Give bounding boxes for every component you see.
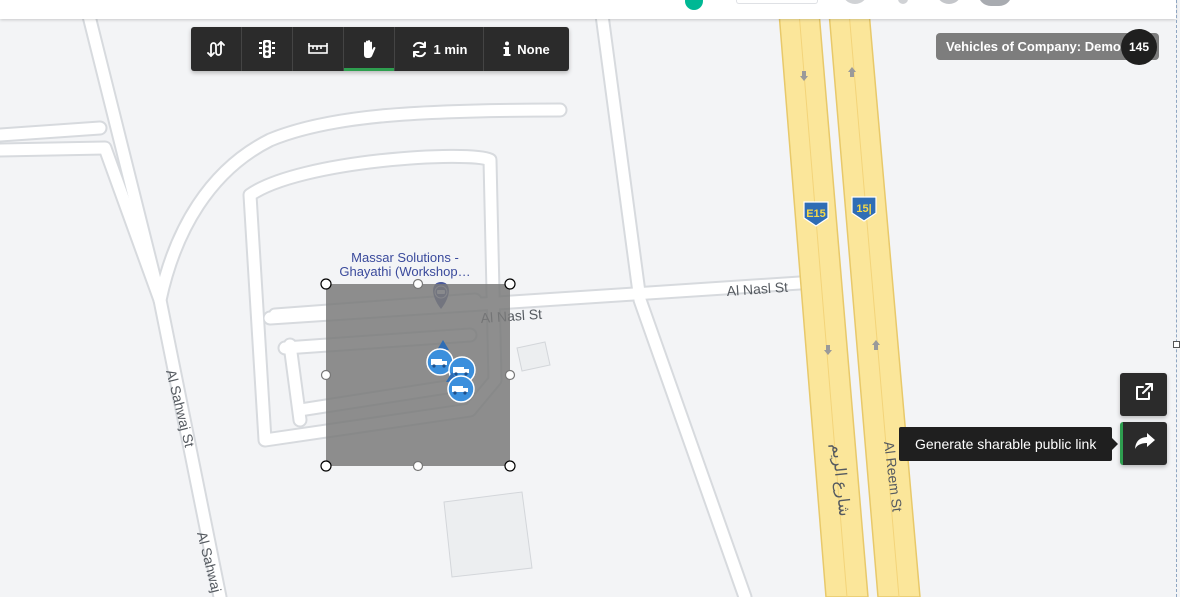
traffic-light-icon (258, 39, 276, 59)
share-tooltip: Generate sharable public link (899, 427, 1119, 461)
selection-handle-nw[interactable] (320, 278, 332, 290)
selection-box[interactable] (326, 284, 510, 466)
selection-handle-ne[interactable] (504, 278, 516, 290)
share-icon (1134, 432, 1156, 455)
selection-handle-se[interactable] (504, 460, 516, 472)
top-bar (0, 0, 1176, 19)
selection-handle-s[interactable] (412, 460, 424, 472)
share-link-button[interactable] (1120, 422, 1167, 465)
shield-label-e15: E15 (806, 208, 826, 220)
panel-divider (1176, 0, 1177, 597)
hand-icon (360, 39, 378, 59)
map-canvas[interactable]: E15 15| Al Nasl St Al Nasl St Al Sahwaj … (0, 0, 1180, 597)
map-toolbar: 1 min None (191, 27, 569, 71)
status-dot (685, 0, 703, 10)
route-icon (207, 40, 225, 58)
pan-button[interactable] (344, 27, 395, 71)
selection-handle-e[interactable] (504, 369, 516, 381)
refresh-interval-button[interactable]: 1 min (395, 27, 484, 71)
open-external-button[interactable] (1120, 373, 1167, 416)
traffic-button[interactable] (242, 27, 293, 71)
poi-label: Massar Solutions - Ghayathi (Workshop… (326, 251, 484, 279)
ruler-icon (308, 42, 328, 56)
vehicle-count-badge: 145 (1121, 29, 1157, 65)
info-mode-button[interactable]: None (484, 27, 569, 71)
refresh-icon (411, 41, 428, 58)
info-mode-label: None (517, 41, 550, 57)
route-button[interactable] (191, 27, 242, 71)
avatar[interactable] (978, 0, 1012, 6)
top-icon-button[interactable] (842, 0, 868, 4)
selection-handle-n[interactable] (412, 278, 424, 290)
info-icon (503, 41, 511, 57)
refresh-interval-label: 1 min (433, 41, 468, 57)
poi-label-line1: Massar Solutions - (351, 250, 459, 265)
top-icon-button[interactable] (936, 0, 962, 4)
poi-label-line2: Ghayathi (Workshop… (339, 264, 471, 279)
shield-label-15: 15| (856, 203, 871, 215)
external-link-icon (1134, 382, 1154, 407)
selection-handle-w[interactable] (320, 369, 332, 381)
company-vehicles-label: Vehicles of Company: Demo (946, 39, 1121, 54)
measure-button[interactable] (293, 27, 344, 71)
panel-resize-handle[interactable] (1173, 341, 1180, 348)
top-search-field[interactable] (736, 0, 818, 4)
top-icon-button[interactable] (898, 0, 908, 4)
selection-handle-sw[interactable] (320, 460, 332, 472)
